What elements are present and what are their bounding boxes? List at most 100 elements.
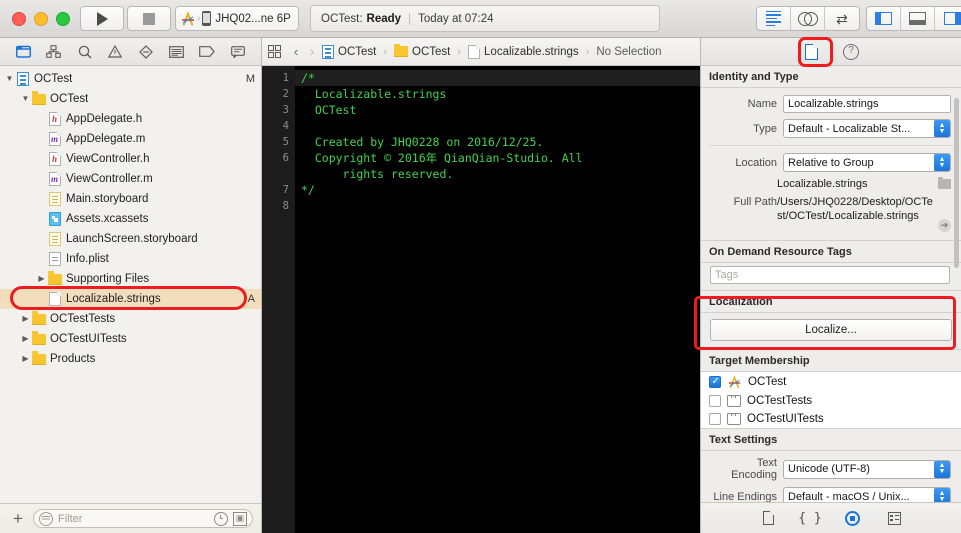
file-tree-row[interactable]: m ViewController.m <box>0 169 261 189</box>
name-field-row: Name Localizable.strings <box>701 92 961 116</box>
file-name-label: Assets.xcassets <box>66 213 149 225</box>
odr-tags-input[interactable]: Tags <box>710 266 950 284</box>
editor-mode-segmented-control[interactable]: ⇄ <box>756 6 860 31</box>
objc-file-icon: m <box>48 132 61 146</box>
text-encoding-stepper-icon[interactable]: ▲ ▼ <box>934 460 950 478</box>
file-tree-row[interactable]: h ViewController.h <box>0 149 261 169</box>
code-editor[interactable]: 1 2 3 4 5 6 7 8 /* Localizable.strings OCTest C… <box>262 66 700 533</box>
disclosure-triangle[interactable] <box>4 69 15 89</box>
go-forward-button[interactable]: › <box>304 44 320 59</box>
type-stepper-icon[interactable]: ▲ ▼ <box>934 120 950 137</box>
file-name-label: Products <box>50 353 96 365</box>
name-input[interactable]: Localizable.strings <box>783 95 951 113</box>
breakpoint-navigator-tab[interactable] <box>196 42 218 62</box>
choose-folder-icon[interactable] <box>938 177 951 189</box>
disclosure-triangle[interactable] <box>20 349 31 369</box>
recent-files-icon[interactable] <box>214 511 228 526</box>
file-tree-row[interactable]: OCTestTests <box>0 309 261 329</box>
project-navigator-tab[interactable] <box>12 42 34 62</box>
target-checkbox[interactable] <box>709 413 721 425</box>
folder-icon <box>31 331 46 345</box>
disclosure-triangle[interactable] <box>20 89 31 109</box>
search-icon <box>78 45 92 59</box>
toggle-utilities-button[interactable] <box>935 7 961 30</box>
file-tree-row[interactable]: h AppDelegate.h <box>0 109 261 129</box>
line-endings-select[interactable]: Default - macOS / Unix... ▲ ▼ <box>783 487 951 503</box>
disclosure-triangle[interactable] <box>20 309 31 329</box>
project-file-tree[interactable]: OCTest M OCTest h AppDelegate.h m AppDelegate.… <box>0 66 261 503</box>
add-file-button[interactable]: + <box>8 510 28 527</box>
toggle-navigator-button[interactable] <box>867 7 901 30</box>
breadcrumb-item[interactable]: OCTest <box>394 43 450 58</box>
find-navigator-tab[interactable] <box>74 42 96 62</box>
code-line: OCTest <box>301 103 357 117</box>
go-back-button[interactable]: ‹ <box>288 44 304 59</box>
text-encoding-select[interactable]: Unicode (UTF-8) ▲ ▼ <box>783 459 951 479</box>
standard-editor-button[interactable] <box>757 7 791 30</box>
file-tree-row[interactable]: LaunchScreen.storyboard <box>0 229 261 249</box>
disclosure-triangle[interactable] <box>20 329 31 349</box>
inspector-scrollbar[interactable] <box>954 98 959 268</box>
file-tree-row[interactable]: Products <box>0 349 261 369</box>
debug-navigator-tab[interactable] <box>165 42 187 62</box>
run-button[interactable] <box>80 6 124 31</box>
source-control-filter-icon[interactable]: ▣ <box>233 511 247 526</box>
file-tree-row[interactable]: OCTest <box>0 89 261 109</box>
view-panels-segmented-control[interactable] <box>866 6 961 31</box>
file-tree-row[interactable]: m AppDelegate.m <box>0 129 261 149</box>
code-line: */ <box>301 183 315 197</box>
code-snippet-library-button[interactable]: { } <box>798 510 821 526</box>
file-tree-row[interactable]: OCTestUITests <box>0 329 261 349</box>
file-icon-wrap: m <box>47 132 62 147</box>
disclosure-triangle[interactable] <box>36 269 47 289</box>
media-library-button[interactable] <box>886 510 902 526</box>
close-window-button[interactable] <box>12 12 26 26</box>
issue-navigator-tab[interactable] <box>104 42 126 62</box>
file-tree-row[interactable]: Supporting Files <box>0 269 261 289</box>
file-tree-row[interactable]: OCTest M <box>0 69 261 89</box>
localize-button[interactable]: Localize... <box>710 319 952 341</box>
related-items-icon[interactable] <box>268 45 281 58</box>
target-membership-row[interactable]: OCTest <box>701 372 961 392</box>
file-tree-row[interactable]: Assets.xcassets <box>0 209 261 229</box>
file-template-library-button[interactable] <box>760 510 776 526</box>
type-select[interactable]: Default - Localizable St... ▲ ▼ <box>783 119 951 138</box>
file-tree-row[interactable]: Info.plist <box>0 249 261 269</box>
source-code-text[interactable]: /* Localizable.strings OCTest Created by… <box>295 66 700 533</box>
minimize-window-button[interactable] <box>34 12 48 26</box>
version-editor-button[interactable]: ⇄ <box>825 7 859 30</box>
report-navigator-tab[interactable] <box>227 42 249 62</box>
location-stepper-icon[interactable]: ▲ ▼ <box>934 154 950 171</box>
file-tree-row[interactable]: Main.storyboard <box>0 189 261 209</box>
file-inspector-tab[interactable] <box>801 42 821 62</box>
toggle-debug-button[interactable] <box>901 7 935 30</box>
line-number: 6 <box>282 152 289 164</box>
symbol-navigator-tab[interactable] <box>43 42 65 62</box>
target-membership-row[interactable]: OCTestUITests <box>701 410 961 428</box>
quick-help-tab[interactable]: ? <box>841 42 861 62</box>
breadcrumb[interactable]: OCTest › OCTest › Localizable.strings › No Sel… <box>322 43 662 59</box>
stop-button[interactable] <box>127 6 171 31</box>
file-icon-wrap: m <box>47 172 62 187</box>
breadcrumb-item[interactable]: No Selection <box>596 46 661 58</box>
filter-input[interactable]: Filter ▣ <box>33 509 253 528</box>
navigator-tab-bar[interactable] <box>0 38 261 66</box>
breadcrumb-item[interactable]: OCTest <box>322 44 376 59</box>
inspector-tab-bar[interactable]: ? <box>701 38 961 66</box>
target-membership-row[interactable]: OCTestTests <box>701 392 961 410</box>
reveal-in-finder-icon[interactable]: ➔ <box>938 219 951 232</box>
breadcrumb-item[interactable]: Localizable.strings <box>468 44 579 59</box>
folder-icon <box>31 351 46 365</box>
line-endings-stepper-icon[interactable]: ▲ ▼ <box>934 488 950 503</box>
target-checkbox[interactable] <box>709 376 721 388</box>
library-tab-bar[interactable]: { } <box>701 502 961 533</box>
target-checkbox[interactable] <box>709 395 721 407</box>
zoom-window-button[interactable] <box>56 12 70 26</box>
file-tree-row-selected[interactable]: Localizable.strings A <box>0 289 261 309</box>
assistant-editor-button[interactable] <box>791 7 825 30</box>
target-membership-list[interactable]: OCTest OCTestTests OCTestUITests <box>701 372 961 429</box>
object-library-button[interactable] <box>844 510 860 526</box>
scheme-selector[interactable]: › JHQ02...ne 6P <box>175 6 299 31</box>
location-select[interactable]: Relative to Group ▲ ▼ <box>783 153 951 172</box>
test-navigator-tab[interactable] <box>135 42 157 62</box>
